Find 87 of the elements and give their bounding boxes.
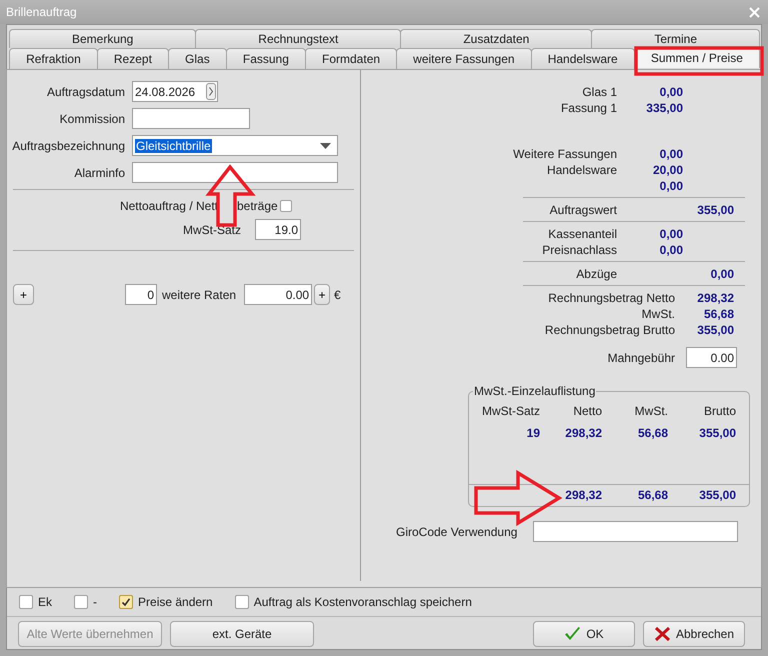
- vat-rate-label: MwSt-Satz: [182, 222, 241, 236]
- summary-value: 0,00: [658, 179, 683, 193]
- column-header: Netto: [572, 404, 602, 418]
- add-button[interactable]: +: [314, 284, 330, 305]
- table-cell-text: 19: [526, 426, 540, 440]
- window-title: Brillenauftrag: [6, 5, 77, 19]
- checkbox[interactable]: [234, 595, 249, 609]
- column-header: MwSt-Satz: [480, 404, 540, 418]
- checkbox[interactable]: [74, 595, 88, 609]
- column-header: MwSt.: [634, 404, 668, 418]
- field-label: Auftragsbezeichnung: [11, 138, 125, 152]
- checkbox[interactable]: [19, 595, 33, 609]
- installments-label: weitere Raten: [162, 288, 236, 302]
- tab[interactable]: Handelsware: [530, 48, 635, 69]
- input-field[interactable]: [533, 521, 738, 542]
- dropdown-arrow-icon: [320, 142, 331, 148]
- summary-value: 355,00: [696, 203, 734, 217]
- field-label: Auftragsdatum: [46, 84, 125, 98]
- total-cell-text: 298,32: [564, 488, 602, 502]
- summary-value: 298,32: [696, 291, 734, 305]
- table-cell-text: 56,68: [636, 426, 668, 440]
- checkbox[interactable]: [280, 200, 292, 212]
- table-cell-text: 298,32: [564, 426, 602, 440]
- panel-title: MwSt.-Einzelauflistung: [473, 384, 596, 398]
- table-cell-text: 355,00: [698, 426, 736, 440]
- cross-icon: [654, 626, 671, 642]
- option-label: Auftrag als Kostenvoranschlag speichern: [254, 595, 472, 609]
- summary-label: Weitere Fassungen: [513, 147, 617, 161]
- summary-label: Rechnungsbetrag Netto: [548, 291, 675, 305]
- summary-label: Auftragswert: [550, 203, 617, 217]
- tab[interactable]: Glas: [168, 48, 227, 69]
- summary-value: 355,00: [696, 323, 734, 337]
- summary-value: 0,00: [658, 227, 683, 241]
- total-cell-text: 355,00: [698, 488, 736, 502]
- summary-label: Fassung 1: [560, 101, 617, 115]
- summary-label: MwSt.: [642, 307, 675, 321]
- installment-count-field[interactable]: 0: [125, 284, 157, 305]
- summary-label: Glas 1: [582, 85, 617, 99]
- summary-value: 20,00: [652, 163, 683, 177]
- add-button[interactable]: +: [13, 284, 34, 305]
- tab[interactable]: Rechnungstext: [195, 29, 402, 48]
- vat-rate-field[interactable]: 19.0: [255, 219, 301, 240]
- dropdown-field[interactable]: Gleitsichtbrille: [132, 135, 338, 156]
- checkbox[interactable]: [119, 595, 134, 609]
- field-label: Kommission: [58, 112, 125, 126]
- close-icon[interactable]: [749, 6, 760, 18]
- net-order-label: Nettoauftrag / Nett: [118, 199, 218, 213]
- input-field[interactable]: [132, 162, 338, 183]
- summary-value: 56,68: [702, 307, 734, 321]
- option-label: Ek: [38, 595, 52, 609]
- summary-label: Rechnungsbetrag Brutto: [544, 323, 675, 337]
- field-label: Alarminfo: [73, 166, 125, 180]
- tab[interactable]: Termine: [591, 29, 760, 48]
- currency-label: €: [334, 288, 341, 302]
- summary-value: 0,00: [658, 85, 683, 99]
- summary-value: 0,00: [658, 243, 683, 257]
- summary-label: Handelsware: [546, 163, 617, 177]
- summary-label: Preisnachlass: [542, 243, 617, 257]
- ok-button[interactable]: OK: [533, 621, 635, 647]
- summary-label: Abzüge: [576, 267, 617, 281]
- chevron-icon: [209, 87, 213, 96]
- action-button[interactable]: ext. Geräte: [170, 621, 314, 647]
- input-field[interactable]: [132, 108, 250, 129]
- girocode-label: GiroCode Verwendung: [396, 524, 518, 538]
- checkmark-icon: [564, 626, 582, 642]
- tab[interactable]: Fassung: [226, 48, 306, 69]
- date-picker-button[interactable]: [206, 83, 216, 100]
- summary-value: 0,00: [658, 147, 683, 161]
- option-label: Preise ändern: [138, 595, 213, 609]
- reminder-fee-label: Mahngebühr: [608, 350, 675, 364]
- installment-amount-field[interactable]: 0.00: [244, 284, 312, 305]
- tab[interactable]: Refraktion: [9, 48, 98, 69]
- tab[interactable]: Rezept: [96, 48, 169, 69]
- total-cell-text: 56,68: [636, 488, 668, 502]
- summary-value: 335,00: [645, 101, 683, 115]
- date-field[interactable]: 24.08.2026: [132, 81, 218, 102]
- tab[interactable]: weitere Fassungen: [396, 48, 532, 69]
- tab[interactable]: Formdaten: [304, 48, 398, 69]
- reminder-fee-field[interactable]: 0.00: [686, 347, 737, 368]
- summary-value: 0,00: [710, 267, 734, 281]
- summary-label: Kassenanteil: [548, 227, 617, 241]
- tab[interactable]: Bemerkung: [9, 29, 196, 48]
- column-header: Brutto: [702, 404, 736, 418]
- option-label: -: [93, 595, 98, 609]
- tab[interactable]: Zusatzdaten: [400, 29, 592, 48]
- net-order-label: beträge: [237, 199, 278, 213]
- cancel-button[interactable]: Abbrechen: [643, 621, 745, 647]
